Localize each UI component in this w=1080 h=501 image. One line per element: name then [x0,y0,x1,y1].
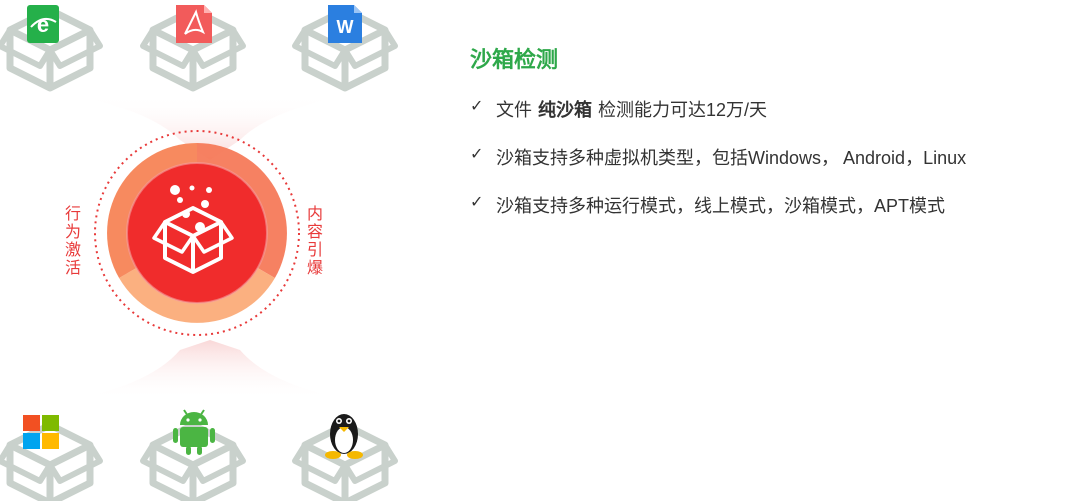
feature-text-prefix: 文件 [496,100,532,120]
sandbox-core [94,130,300,336]
check-icon: ✓ [470,98,484,115]
feature-text: 沙箱支持多种运行模式，线上模式，沙箱模式，APT模式 [496,196,946,216]
content-detonation-label: 内容引爆 [304,205,321,277]
feature-item: ✓ 沙箱支持多种运行模式，线上模式，沙箱模式，APT模式 [470,192,966,240]
feature-item: ✓ 沙箱支持多种虚拟机类型，包括Windows， Android，Linux [470,144,966,192]
bottom-funnel [70,340,350,400]
linux-icon [325,414,363,459]
feature-text: 沙箱支持多种虚拟机类型，包括Windows， Android，Linux [496,148,967,168]
pdf-icon [176,5,212,43]
ie-icon: e [27,5,59,43]
feature-text-emphasis: 纯沙箱 [538,100,592,120]
svg-text:W: W [337,17,354,37]
feature-list: ✓ 文件 纯沙箱 检测能力可达12万/天 ✓ 沙箱支持多种虚拟机类型，包括Win… [470,96,966,240]
check-icon: ✓ [470,194,484,211]
section-title: 沙箱检测 [470,47,559,72]
check-icon: ✓ [470,146,484,163]
word-icon: W [328,5,362,43]
sandbox-diagram: e W 行为激活 内容引爆 [0,0,430,501]
svg-text:e: e [37,12,49,37]
feature-text-suffix: 检测能力可达12万/天 [598,100,768,120]
feature-item: ✓ 文件 纯沙箱 检测能力可达12万/天 [470,96,966,144]
behavior-activation-label: 行为激活 [62,205,79,277]
